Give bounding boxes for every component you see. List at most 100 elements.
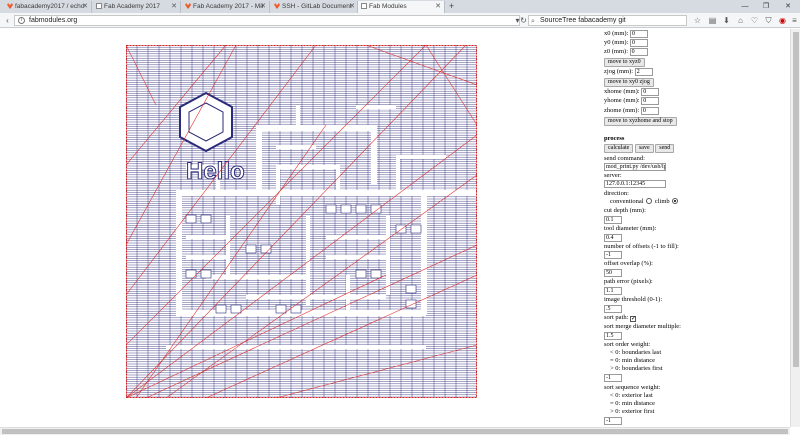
send-button[interactable]: send	[655, 144, 675, 153]
save-button[interactable]: save	[634, 144, 654, 153]
page-icon	[361, 3, 367, 9]
close-icon[interactable]: ✕	[171, 1, 177, 13]
browser-tab[interactable]: SSH - GitLab Documentati...✕	[271, 1, 359, 13]
direction-label: direction:	[604, 190, 629, 197]
close-window-icon[interactable]: ✕	[778, 0, 798, 13]
yhome-field[interactable]: 0	[641, 97, 660, 105]
download-icon[interactable]: ⬇	[721, 15, 732, 26]
z0-field[interactable]: 0	[629, 48, 648, 56]
offsets-field[interactable]: -1	[604, 251, 622, 259]
offsets-label: number of offsets (-1 to fill):	[604, 243, 679, 250]
browser-tab[interactable]: Fab Academy 2017 ✕	[93, 1, 181, 13]
merge-label: sort merge diameter multiple:	[604, 323, 681, 330]
gitlab-icon	[7, 3, 13, 9]
browser-tab-active[interactable]: Fab Modules ✕	[357, 1, 445, 13]
toolpath-canvas-area: Hello	[0, 29, 601, 427]
sort-path-checkbox[interactable]: ✓	[630, 316, 636, 322]
conventional-radio[interactable]	[646, 198, 653, 204]
tool-diameter-field[interactable]: 0.4	[604, 234, 622, 242]
scrollbar-thumb[interactable]	[2, 429, 788, 434]
new-tab-button[interactable]: +	[449, 1, 454, 12]
calculate-button[interactable]: calculate	[604, 144, 634, 153]
direction-row: conventional climb	[604, 198, 679, 206]
move-home-row: move to xyzhome and stop	[604, 117, 677, 126]
order-weight-field[interactable]: -1	[604, 374, 622, 382]
tab-title: fabacademy2017 / echofe...	[15, 3, 85, 10]
sequence-hint-1: < 0: exterior last	[610, 392, 653, 399]
horizontal-scrollbar[interactable]	[0, 427, 790, 435]
sequence-weight-field[interactable]: -1	[604, 417, 622, 425]
zjog-field[interactable]: 2	[634, 68, 653, 76]
move-xyz0-button[interactable]: move to xyz0	[604, 58, 645, 67]
zhome-field[interactable]: 0	[640, 107, 659, 115]
zjog-row: zjog (mm): 2	[604, 68, 653, 76]
x0-field[interactable]: 0	[630, 30, 648, 38]
toolpath-preview[interactable]: Hello	[126, 45, 477, 398]
y0-label: y0 (mm):	[604, 39, 629, 46]
sort-path-row: sort path: ✓	[604, 314, 636, 322]
shield-icon[interactable]: ⛉	[763, 15, 774, 26]
order-row: -1	[604, 374, 622, 382]
close-icon[interactable]: ✕	[260, 1, 266, 13]
gitlab-icon	[185, 3, 191, 9]
zhome-label: zhome (mm):	[604, 107, 640, 114]
search-box[interactable]: ⌕ SourceTree fabacademy git	[528, 15, 687, 26]
path-error-row: 1.1	[604, 287, 622, 295]
extension-icon[interactable]: ◉	[777, 15, 788, 26]
threshold-field[interactable]: .5	[604, 305, 622, 313]
close-icon[interactable]: ✕	[349, 1, 355, 13]
move-home-button[interactable]: move to xyzhome and stop	[604, 117, 677, 126]
url-text: fabmodules.org	[29, 17, 78, 24]
sequence-weight-label: sort sequence weight:	[604, 384, 661, 391]
close-icon[interactable]: ✕	[82, 1, 88, 13]
tool-diameter-row: 0.4	[604, 234, 622, 242]
menu-icon[interactable]: ≡	[789, 15, 800, 26]
scrollbar-thumb[interactable]	[793, 32, 799, 367]
tab-title: SSH - GitLab Documentati...	[282, 3, 352, 10]
order-hint-2: = 0: min distance	[610, 357, 656, 364]
xhome-field[interactable]: 0	[641, 88, 660, 96]
minimize-icon[interactable]: —	[735, 0, 755, 13]
star-icon[interactable]: ☆	[692, 15, 703, 26]
gitlab-icon	[274, 3, 280, 9]
overlap-label: offset overlap (%):	[604, 260, 653, 267]
order-hint-3: > 0: boundaries first	[610, 365, 663, 372]
info-icon[interactable]: i	[18, 17, 25, 24]
overlap-row: 50	[604, 269, 622, 277]
home-icon[interactable]: ⌂	[735, 15, 746, 26]
yhome-label: yhome (mm):	[604, 97, 640, 104]
tab-bar: fabacademy2017 / echofe...✕ Fab Academy …	[0, 0, 800, 13]
offsets-row: -1	[604, 251, 622, 259]
tab-title: Fab Modules	[369, 3, 407, 10]
y0-field[interactable]: 0	[630, 39, 648, 47]
threshold-label: image threshold (0-1):	[604, 296, 663, 303]
overlap-field[interactable]: 50	[604, 269, 622, 277]
browser-tab[interactable]: Fab Academy 2017 - Mikko To...✕	[182, 1, 270, 13]
y0-row: y0 (mm): 0	[604, 39, 648, 47]
order-hint-1: < 0: boundaries last	[610, 349, 662, 356]
reader-icon[interactable]: ▤	[707, 15, 718, 26]
vertical-scrollbar[interactable]	[790, 29, 800, 427]
server-field[interactable]: 127.0.0.1:12345	[604, 180, 666, 188]
climb-radio[interactable]	[672, 198, 679, 204]
settings-panel: x0 (mm): 0 y0 (mm): 0 z0 (mm): 0 move to…	[602, 29, 790, 427]
close-icon[interactable]: ✕	[435, 1, 441, 13]
board-hello-text: Hello	[186, 158, 245, 185]
merge-field[interactable]: 1.5	[604, 332, 622, 340]
address-bar[interactable]: i fabmodules.org	[14, 15, 520, 26]
path-error-field[interactable]: 1.1	[604, 287, 622, 295]
maximize-icon[interactable]: ❐	[756, 0, 776, 13]
move-xy0-zjog-button[interactable]: move to xy0 zjog	[604, 78, 654, 87]
zhome-row: zhome (mm): 0	[604, 107, 659, 115]
browser-tab[interactable]: fabacademy2017 / echofe...✕	[4, 1, 92, 13]
pocket-icon[interactable]: ♡	[749, 15, 760, 26]
send-command-row: mod_print.py /dev/usb/lp	[604, 163, 666, 171]
back-icon[interactable]: ‹	[2, 15, 13, 26]
navigation-bar: ‹ i fabmodules.org ▾ ↻ ⌕ SourceTree faba…	[0, 13, 800, 28]
send-command-field[interactable]: mod_print.py /dev/usb/lp	[604, 163, 666, 171]
z0-row: z0 (mm): 0	[604, 48, 648, 56]
cut-depth-field[interactable]: 0.1	[604, 216, 622, 224]
process-buttons: calculate save send	[604, 144, 675, 153]
tool-diameter-label: tool diameter (mm):	[604, 225, 657, 232]
move-xy0-zjog-row: move to xy0 zjog	[604, 78, 654, 87]
